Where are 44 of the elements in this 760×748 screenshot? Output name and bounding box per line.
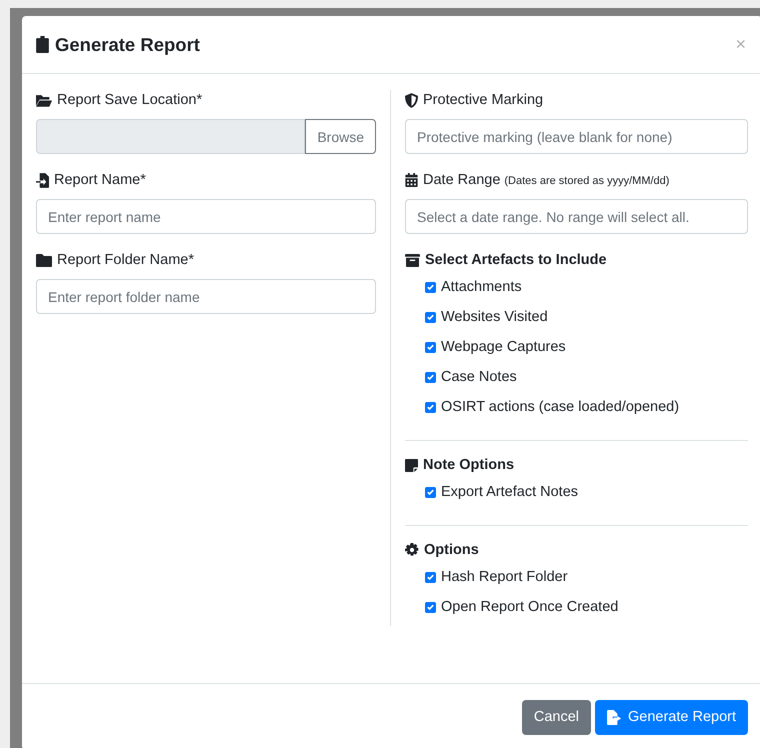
option-label: Export Artefact Notes: [441, 484, 578, 500]
section-title: Note Options: [423, 457, 514, 473]
dialog-title: Generate Report: [55, 34, 200, 56]
folder-icon: [36, 254, 52, 266]
option-label: Attachments: [441, 279, 522, 295]
checkbox[interactable]: [425, 342, 436, 352]
checkbox[interactable]: [425, 486, 436, 498]
clipboard-icon: [36, 36, 49, 53]
checkbox[interactable]: [425, 572, 436, 582]
option-label: Hash Report Folder: [441, 569, 568, 585]
gear-icon: [405, 543, 419, 557]
checkbox[interactable]: [425, 402, 436, 412]
field-note: (Dates are stored as yyyy/MM/dd): [504, 174, 670, 187]
file-import-icon: [36, 172, 49, 188]
option-label: Websites Visited: [441, 309, 548, 325]
generate-report-button[interactable]: Generate Report: [594, 700, 748, 734]
calendar-icon: [405, 173, 418, 187]
field-label: Report Name*: [54, 172, 146, 188]
input-field[interactable]: Enter report folder name: [36, 279, 376, 314]
section-title: Select Artefacts to Include: [425, 252, 607, 268]
input-field[interactable]: Select a date range. No range will select all.: [405, 199, 748, 234]
checkbox[interactable]: [425, 372, 436, 382]
shield-icon: [405, 92, 418, 108]
field-label: Report Save Location*: [57, 92, 202, 108]
checkbox[interactable]: [425, 282, 436, 292]
input-field[interactable]: Protective marking (leave blank for none): [405, 119, 748, 154]
field-label: Date Range: [423, 172, 500, 188]
save-location-field[interactable]: [36, 119, 306, 154]
checkbox[interactable]: [425, 312, 436, 322]
sticky-note-icon: [405, 458, 418, 472]
folder-open-icon: [36, 94, 52, 106]
option-label: OSIRT actions (case loaded/opened): [441, 399, 680, 415]
browse-button[interactable]: Browse: [305, 119, 376, 154]
section-title: Options: [424, 542, 479, 558]
option-label: Open Report Once Created: [441, 599, 618, 615]
checkbox[interactable]: [425, 602, 436, 612]
field-label: Protective Marking: [423, 92, 544, 108]
input-field[interactable]: Enter report name: [36, 199, 376, 234]
field-label: Report Folder Name*: [57, 252, 194, 268]
cancel-button[interactable]: Cancel: [522, 700, 591, 734]
file-export-icon: [606, 710, 624, 724]
archive-box-icon: [405, 254, 420, 266]
option-label: Webpage Captures: [441, 339, 566, 355]
option-label: Case Notes: [441, 369, 517, 385]
